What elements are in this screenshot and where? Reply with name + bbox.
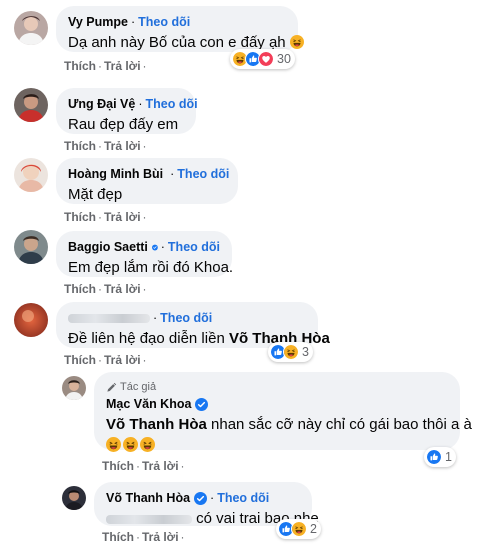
blurred-name[interactable] bbox=[68, 313, 150, 323]
reply-action[interactable]: Trả lời bbox=[142, 530, 179, 544]
avatar[interactable] bbox=[62, 486, 86, 510]
reaction-summary[interactable]: 2 bbox=[276, 519, 321, 539]
emoji-line bbox=[106, 437, 448, 452]
haha-emoji-icon bbox=[290, 35, 304, 49]
follow-link[interactable]: Theo dõi bbox=[217, 490, 269, 506]
verified-badge-icon bbox=[194, 492, 207, 505]
comment-bubble: Ưng Đại Vệ · Theo dõi Rau đẹp đấy em bbox=[56, 88, 198, 134]
separator-dot: · bbox=[136, 530, 140, 544]
like-action[interactable]: Thích bbox=[102, 530, 134, 544]
reaction-count: 3 bbox=[302, 345, 309, 359]
like-action[interactable]: Thích bbox=[64, 282, 96, 296]
comment-text: Em đẹp lắm rồi đó Khoa. bbox=[68, 259, 234, 276]
haha-reaction-icon bbox=[283, 344, 299, 360]
haha-emoji-icon bbox=[106, 437, 121, 452]
separator-dot: · bbox=[98, 139, 102, 153]
separator-dot: · bbox=[180, 459, 185, 473]
follow-link[interactable]: Theo dõi bbox=[146, 96, 198, 112]
haha-emoji-icon bbox=[123, 437, 138, 452]
haha-reaction-icon bbox=[291, 521, 307, 537]
comment-bubble: Baggio Saetti · Theo dõi Em đẹp lắm rồi … bbox=[56, 231, 234, 277]
commenter-name[interactable]: Võ Thanh Hòa bbox=[106, 490, 190, 506]
avatar[interactable] bbox=[14, 158, 48, 192]
like-reaction-icon bbox=[426, 449, 442, 465]
author-label: Tác giả bbox=[120, 381, 157, 393]
commenter-name[interactable]: Baggio Saetti bbox=[68, 239, 148, 255]
reaction-summary[interactable]: 30 bbox=[230, 49, 295, 69]
love-reaction-icon bbox=[258, 51, 274, 67]
like-action[interactable]: Thích bbox=[64, 139, 96, 153]
avatar[interactable] bbox=[14, 88, 48, 122]
separator-dot: · bbox=[210, 491, 215, 505]
comment-text-content: nhan sắc cỡ này chỉ có gái bao thôi a à bbox=[211, 416, 472, 433]
separator-dot: · bbox=[160, 240, 165, 254]
separator-dot: · bbox=[142, 210, 147, 224]
follow-link[interactable]: Theo dõi bbox=[138, 14, 190, 30]
separator-dot: · bbox=[142, 139, 147, 153]
avatar[interactable] bbox=[14, 11, 48, 45]
avatar[interactable] bbox=[14, 303, 48, 337]
comment-bubble: Vy Pumpe · Theo dõi Dạ anh này Bố của co… bbox=[56, 6, 298, 52]
separator-dot: · bbox=[136, 459, 140, 473]
follow-link[interactable]: Theo dõi bbox=[160, 310, 212, 326]
reply-action[interactable]: Trả lời bbox=[104, 282, 141, 296]
blurred-mention[interactable] bbox=[106, 514, 192, 524]
like-action[interactable]: Thích bbox=[102, 459, 134, 473]
separator-dot: · bbox=[170, 167, 175, 181]
separator-dot: · bbox=[138, 97, 143, 111]
separator-dot: · bbox=[98, 282, 102, 296]
pencil-icon bbox=[106, 382, 117, 393]
avatar[interactable] bbox=[62, 376, 86, 400]
reply-action[interactable]: Trả lời bbox=[104, 353, 141, 367]
author-badge: Tác giả bbox=[106, 380, 448, 394]
separator-dot: · bbox=[98, 353, 102, 367]
follow-link[interactable]: Theo dõi bbox=[168, 239, 220, 255]
commenter-name[interactable]: Mạc Văn Khoa bbox=[106, 396, 191, 412]
reaction-summary[interactable]: 3 bbox=[268, 342, 313, 362]
reply-action[interactable]: Trả lời bbox=[142, 459, 179, 473]
like-action[interactable]: Thích bbox=[64, 59, 96, 73]
separator-dot: · bbox=[180, 530, 185, 544]
reaction-count: 30 bbox=[277, 52, 291, 66]
reply-action[interactable]: Trả lời bbox=[104, 139, 141, 153]
separator-dot: · bbox=[142, 353, 147, 367]
reply-action[interactable]: Trả lời bbox=[104, 59, 141, 73]
reply-action[interactable]: Trả lời bbox=[104, 210, 141, 224]
comment-text: Võ Thanh Hòa nhan sắc cỡ này chỉ có gái … bbox=[106, 415, 472, 435]
like-action[interactable]: Thích bbox=[64, 353, 96, 367]
verified-badge-icon bbox=[152, 241, 158, 254]
follow-link[interactable]: Theo dõi bbox=[177, 166, 229, 182]
separator-dot: · bbox=[142, 59, 147, 73]
comment-text: có vai trai bao nhe bbox=[106, 509, 319, 529]
reaction-count: 1 bbox=[445, 450, 452, 464]
comment-text-content: Đề liên hệ đạo diễn liền bbox=[68, 330, 225, 347]
comment-bubble: Tác giả Mạc Văn Khoa Võ Thanh Hòa nhan s… bbox=[94, 372, 472, 452]
reaction-count: 2 bbox=[310, 522, 317, 536]
verified-badge-icon bbox=[195, 398, 208, 411]
comment-text: Rau đẹp đấy em bbox=[68, 116, 179, 133]
commenter-name[interactable]: Hoàng Minh Bùi bbox=[68, 166, 163, 182]
reaction-summary[interactable]: 1 bbox=[424, 447, 456, 467]
separator-dot: · bbox=[130, 15, 136, 29]
commenter-name[interactable]: Ưng Đại Vệ bbox=[68, 96, 135, 112]
separator-dot: · bbox=[142, 282, 147, 296]
like-action[interactable]: Thích bbox=[64, 210, 96, 224]
mention-link[interactable]: Võ Thanh Hòa bbox=[106, 416, 207, 433]
comment-text: Mặt đẹp bbox=[68, 186, 123, 203]
comment-bubble: Võ Thanh Hòa · Theo dõi có vai trai bao … bbox=[94, 482, 319, 529]
separator-dot: · bbox=[153, 311, 158, 325]
separator-dot: · bbox=[98, 59, 102, 73]
separator-dot: · bbox=[98, 210, 102, 224]
haha-emoji-icon bbox=[140, 437, 155, 452]
avatar[interactable] bbox=[14, 230, 48, 264]
commenter-name[interactable]: Vy Pumpe bbox=[68, 14, 128, 30]
comment-bubble: Hoàng Minh Bùi · Theo dõi Mặt đẹp bbox=[56, 158, 238, 204]
